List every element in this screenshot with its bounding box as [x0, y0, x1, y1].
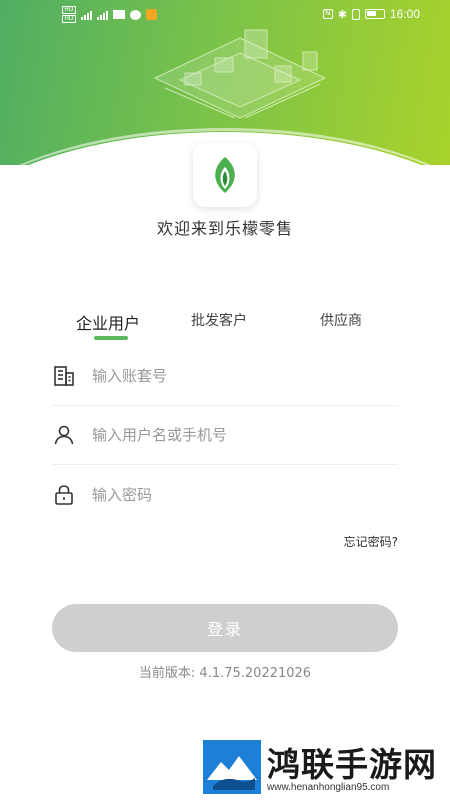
username-field-row: [52, 406, 398, 465]
password-field-row: [52, 465, 398, 524]
signal-icon-2: [97, 10, 108, 20]
tab-label: 企业用户: [76, 314, 141, 333]
active-tab-indicator: [94, 336, 128, 340]
sim-label-1: HD: [62, 6, 76, 14]
mail-icon: [113, 10, 125, 19]
forgot-password-link[interactable]: 忘记密码?: [344, 533, 398, 550]
tab-wholesale-customer[interactable]: 批发客户: [171, 310, 266, 342]
user-type-tabs: 企业用户 批发客户 供应商: [52, 310, 398, 342]
app-notification-icon: [146, 9, 157, 20]
username-input[interactable]: [92, 426, 372, 444]
status-bar-left: HD HD: [62, 6, 157, 23]
password-input[interactable]: [92, 485, 372, 504]
tab-label: 供应商: [319, 313, 362, 329]
status-bar-right: N ✱ 16:00: [322, 7, 420, 21]
lock-icon: [52, 483, 76, 507]
bluetooth-icon: ✱: [337, 7, 347, 21]
version-text: 当前版本: 4.1.75.20221026: [138, 666, 312, 681]
nfc-icon: N: [322, 9, 333, 19]
app-logo: [193, 143, 257, 207]
login-button[interactable]: 登录: [52, 604, 398, 652]
tab-supplier[interactable]: 供应商: [267, 310, 398, 342]
signal-icon: [81, 10, 92, 20]
clock-time: 16:00: [389, 7, 420, 21]
tab-enterprise-user[interactable]: 企业用户: [52, 310, 171, 342]
account-number-input[interactable]: [92, 367, 372, 385]
isometric-illustration: [153, 29, 327, 119]
user-icon: [52, 423, 76, 447]
watermark-title: 鸿联手游网: [267, 745, 437, 784]
account-field-row: [52, 347, 398, 406]
welcome-text: 欢迎来到乐檬零售: [156, 219, 293, 238]
tab-label: 批发客户: [190, 313, 247, 329]
battery-icon: [364, 9, 385, 19]
vibrate-icon: [351, 8, 360, 20]
watermark: 鸿联手游网 www.henanhonglian95.com: [203, 738, 443, 798]
sim-icon: HD HD: [62, 6, 76, 23]
leaf-logo-icon: [215, 157, 235, 193]
chat-icon: [130, 9, 141, 20]
watermark-url: www.henanhonglian95.com: [267, 782, 390, 793]
building-icon: [52, 364, 76, 388]
sim-label-2: HD: [62, 15, 76, 23]
status-bar: HD HD N ✱ 16:00: [0, 0, 450, 30]
watermark-logo-icon: [203, 740, 261, 794]
